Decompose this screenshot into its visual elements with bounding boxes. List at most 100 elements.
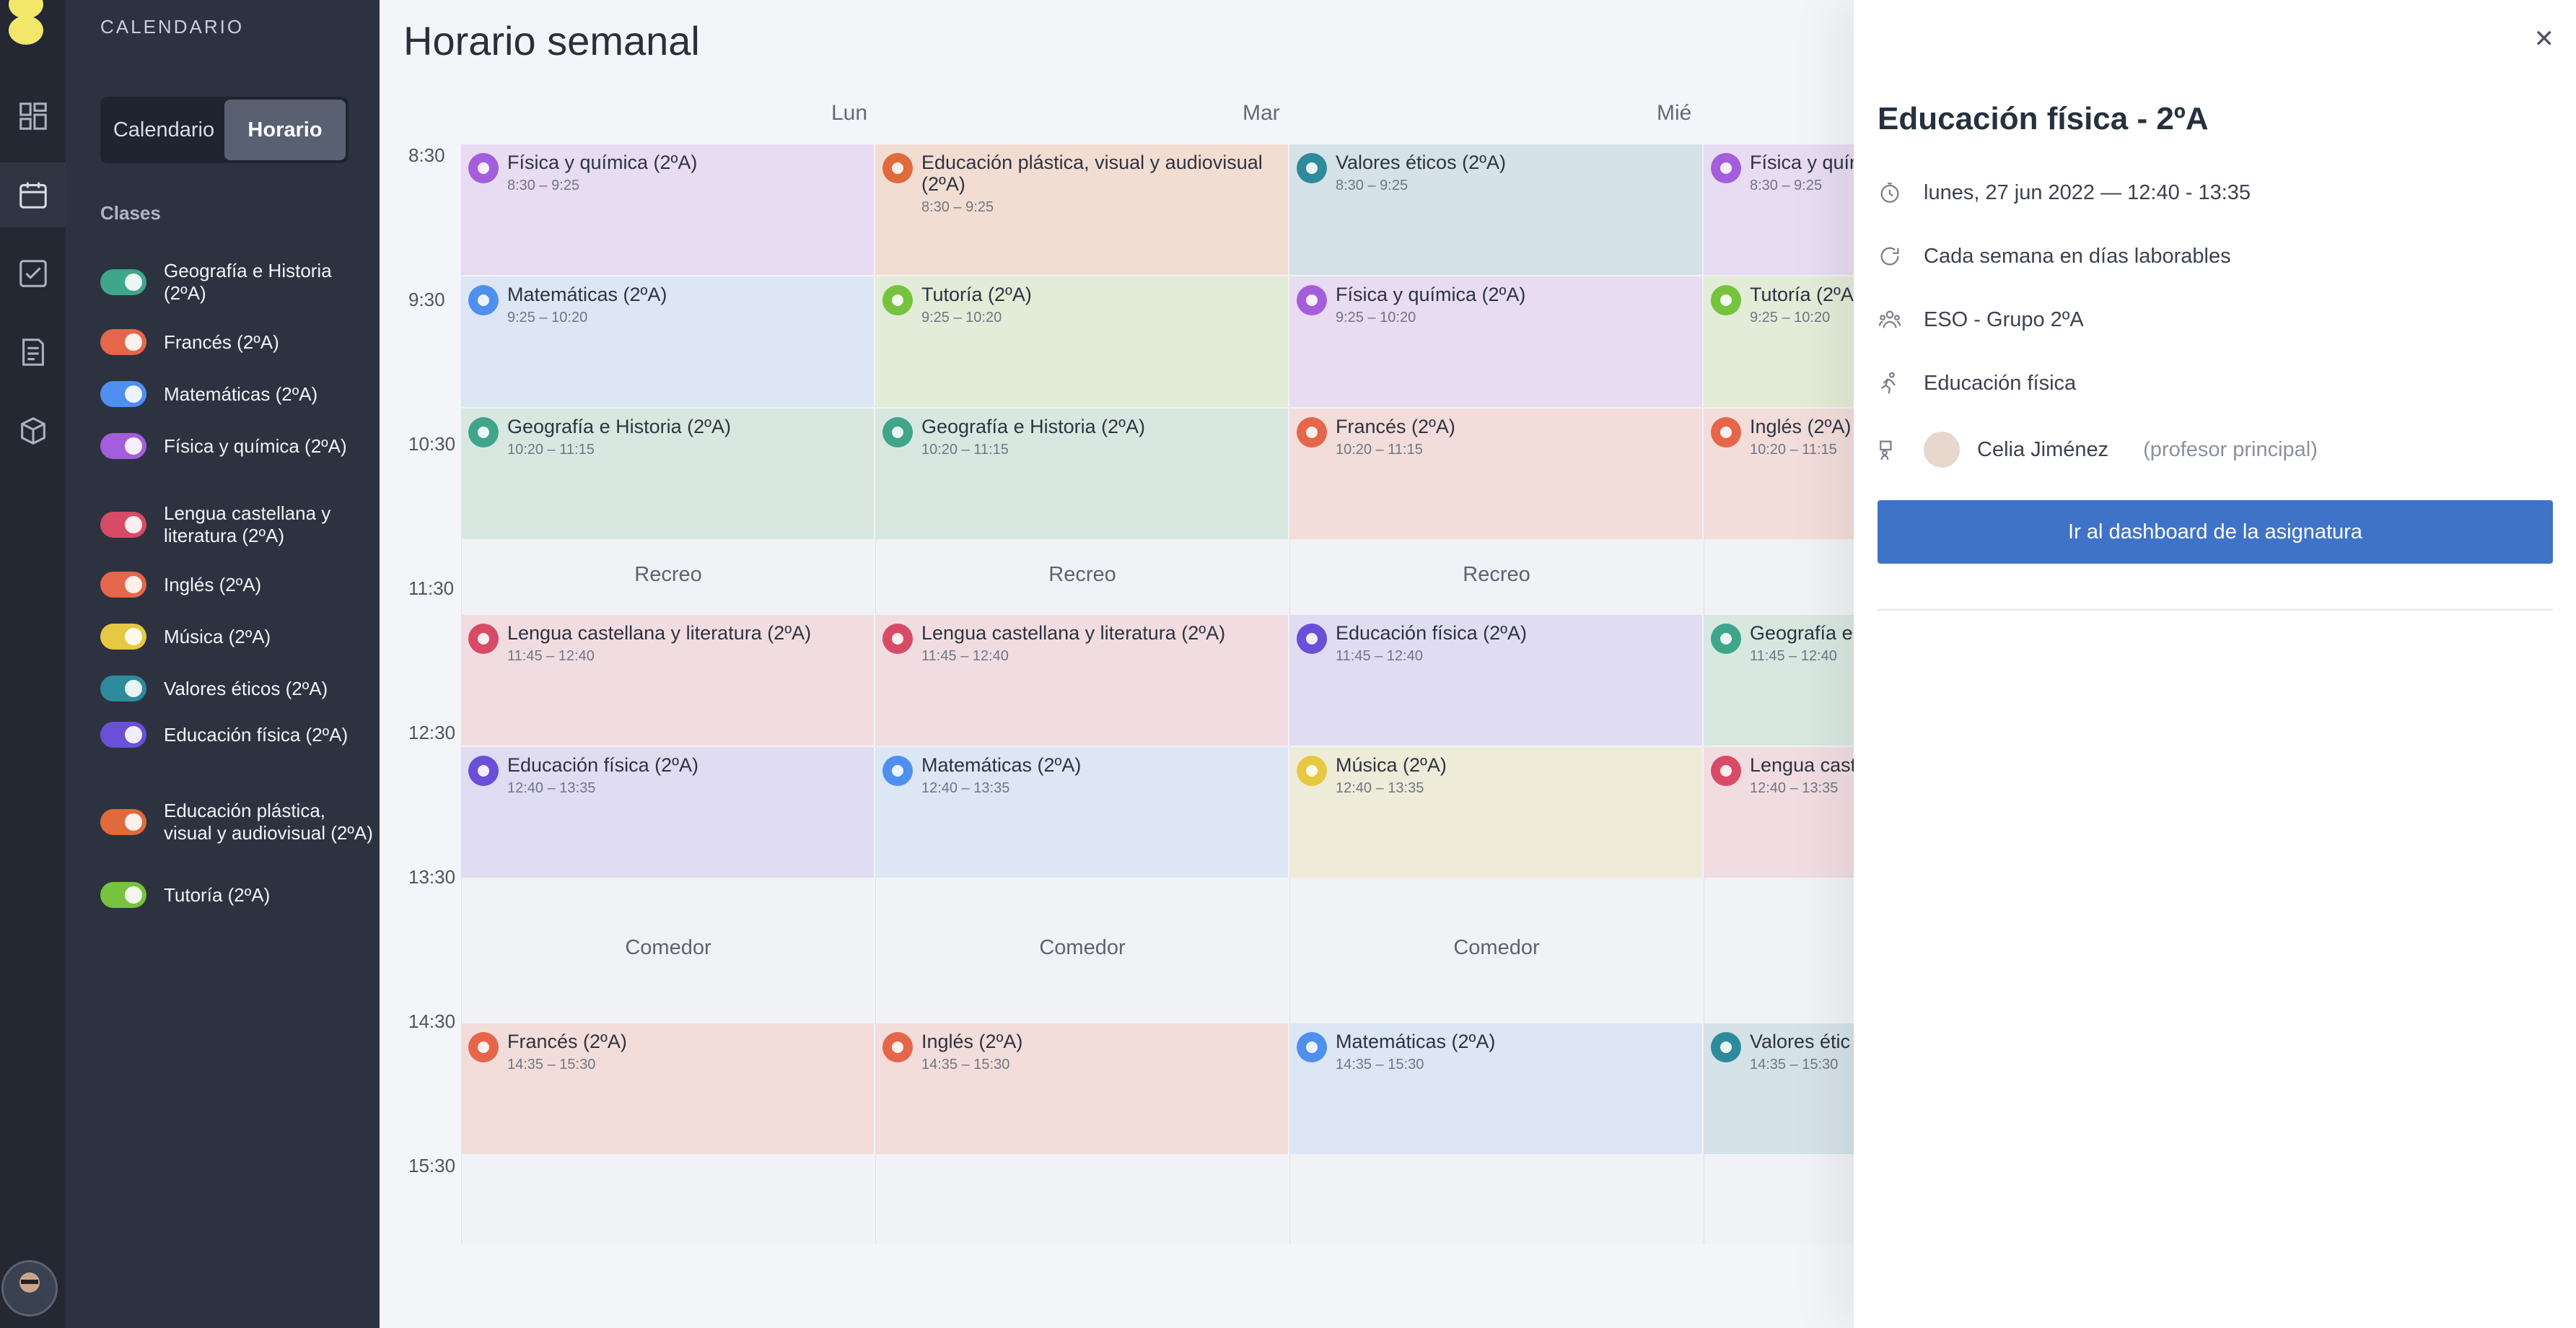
schedule-event[interactable]: Matemáticas (2ºA) 12:40 – 13:35 xyxy=(875,747,1288,878)
subject-icon xyxy=(882,1032,913,1062)
event-time: 10:20 – 11:15 xyxy=(1336,442,1423,458)
tasks-icon[interactable] xyxy=(0,241,66,306)
nav-rail xyxy=(0,0,66,1328)
schedule-event[interactable]: Física y química (2ºA) 8:30 – 9:25 xyxy=(461,144,874,275)
segment-calendario[interactable]: Calendario xyxy=(103,100,224,160)
subject-icon xyxy=(1711,624,1741,654)
class-item[interactable]: Física y química (2ºA) xyxy=(100,433,374,459)
event-name: Francés (2ºA) xyxy=(1336,416,1455,437)
subject-icon xyxy=(1711,153,1741,183)
clock-icon xyxy=(1880,183,1899,203)
subject-icon xyxy=(882,285,913,315)
segment-horario[interactable]: Horario xyxy=(224,100,346,160)
event-time: 11:45 – 12:40 xyxy=(921,648,1009,664)
group-text: ESO - Grupo 2ºA xyxy=(1924,307,2084,331)
schedule-event[interactable]: Francés (2ºA) 10:20 – 11:15 xyxy=(1289,409,1702,539)
calendar-icon[interactable] xyxy=(0,162,66,227)
event-time: 12:40 – 13:35 xyxy=(921,780,1010,796)
class-label: Francés (2ºA) xyxy=(164,331,279,353)
schedule-event[interactable]: Matemáticas (2ºA) 14:35 – 15:30 xyxy=(1289,1023,1702,1154)
event-time: 12:40 – 13:35 xyxy=(507,780,596,796)
box-icon[interactable] xyxy=(0,398,66,463)
class-label: Educación plástica, visual y audiovisual… xyxy=(164,800,373,844)
schedule-event[interactable]: Matemáticas (2ºA) 9:25 – 10:20 xyxy=(461,276,874,407)
event-name: Educación física (2ºA) xyxy=(1336,622,1527,644)
classes-label: Clases xyxy=(100,202,161,224)
go-to-dashboard-button[interactable]: Ir al dashboard de la asignatura xyxy=(1878,500,2553,564)
event-time: 14:35 – 15:30 xyxy=(507,1057,596,1073)
subject-icon xyxy=(882,624,913,654)
class-item[interactable]: Música (2ºA) xyxy=(100,624,374,650)
schedule-event[interactable]: Educación física (2ºA) 12:40 – 13:35 xyxy=(461,747,874,878)
recurrence-text: Cada semana en días laborables xyxy=(1924,244,2231,268)
class-label: Educación física (2ºA) xyxy=(164,723,349,746)
class-item[interactable]: Matemáticas (2ºA) xyxy=(100,381,374,407)
subject-icon xyxy=(1297,756,1327,786)
view-switcher: Calendario Horario xyxy=(100,97,349,163)
event-time: 14:35 – 15:30 xyxy=(1336,1057,1424,1073)
event-name: Francés (2ºA) xyxy=(507,1031,627,1052)
subject-icon xyxy=(1711,1032,1741,1062)
class-label: Música (2ºA) xyxy=(164,625,271,647)
break-recreo-lun: Recreo xyxy=(634,563,702,586)
dashboard-icon[interactable] xyxy=(0,84,66,149)
class-label: Inglés (2ºA) xyxy=(164,573,262,595)
subject-icon xyxy=(1297,153,1327,183)
schedule-event[interactable]: Lengua castellana y literatura (2ºA) 11:4… xyxy=(461,615,874,746)
event-name: Física y química (2ºA) xyxy=(1336,284,1526,305)
event-time: 11:45 – 12:40 xyxy=(507,648,595,664)
class-color-icon xyxy=(100,269,146,295)
class-item[interactable]: Valores éticos (2ºA) xyxy=(100,676,374,702)
close-icon[interactable]: ✕ xyxy=(2534,25,2555,53)
hour-label: 11:30 xyxy=(408,577,455,599)
schedule-event[interactable]: Lengua castellana y literatura (2ºA) 11:4… xyxy=(875,615,1288,746)
schedule-event[interactable]: Valores éticos (2ºA) 8:30 – 9:25 xyxy=(1289,144,1702,275)
event-name: Educación física (2ºA) xyxy=(507,754,698,776)
subject-icon xyxy=(1297,1032,1327,1062)
class-item[interactable]: Educación plástica, visual y audiovisual… xyxy=(100,800,374,844)
page-title: Horario semanal xyxy=(403,18,700,64)
subject-icon xyxy=(882,153,913,183)
schedule-event[interactable]: Geografía e Historia (2ºA) 10:20 – 11:15 xyxy=(875,409,1288,539)
class-item[interactable]: Geografía e Historia (2ºA) xyxy=(100,260,374,305)
event-time: 10:20 – 11:15 xyxy=(921,442,1009,458)
user-avatar[interactable] xyxy=(1,1260,58,1316)
class-color-icon xyxy=(100,572,146,598)
schedule-event[interactable]: Educación física (2ºA) 11:45 – 12:40 xyxy=(1289,615,1702,746)
break-comedor-mar: Comedor xyxy=(1039,936,1126,959)
schedule-event[interactable]: Física y química (2ºA) 9:25 – 10:20 xyxy=(1289,276,1702,407)
break-recreo-mie: Recreo xyxy=(1463,563,1530,586)
class-item[interactable]: Educación física (2ºA) xyxy=(100,722,374,748)
class-item[interactable]: Tutoría (2ºA) xyxy=(100,882,374,908)
schedule-event[interactable]: Inglés (2ºA) 14:35 – 15:30 xyxy=(875,1023,1288,1154)
break-comedor-lun: Comedor xyxy=(625,936,711,959)
schedule-event[interactable]: Geografía e Historia (2ºA) 10:20 – 11:15 xyxy=(461,409,874,539)
class-label: Matemáticas (2ºA) xyxy=(164,383,318,405)
schedule-event[interactable]: Tutoría (2ºA) 9:25 – 10:20 xyxy=(875,276,1288,407)
class-color-icon xyxy=(100,809,146,835)
class-item[interactable]: Inglés (2ºA) xyxy=(100,572,374,598)
hour-label: 15:30 xyxy=(408,1155,456,1176)
event-name: Matemáticas (2ºA) xyxy=(507,284,667,305)
detail-datetime: lunes, 27 jun 2022 — 12:40 - 13:35 xyxy=(1878,180,2251,205)
class-item[interactable]: Francés (2ºA) xyxy=(100,329,374,355)
schedule-event[interactable]: Música (2ºA) 12:40 – 13:35 xyxy=(1289,747,1702,878)
event-name: Música (2ºA) xyxy=(1336,754,1447,776)
event-name: Lengua castellana y literatura (2ºA) xyxy=(921,622,1226,644)
event-time: 12:40 – 13:35 xyxy=(1336,780,1424,796)
hour-label: 12:30 xyxy=(408,722,456,743)
hour-label: 8:30 xyxy=(408,144,445,166)
logo-bottom xyxy=(9,16,43,45)
schedule-event[interactable]: Educación plástica, visual y audiovisual… xyxy=(875,144,1288,275)
class-color-icon xyxy=(100,882,146,908)
class-item[interactable]: Lengua castellana y literatura (2ºA) xyxy=(100,502,374,547)
event-name: Valores éticos (2ºA) xyxy=(1336,152,1506,173)
schedule-event[interactable]: Francés (2ºA) 14:35 – 15:30 xyxy=(461,1023,874,1154)
subject-icon xyxy=(1297,624,1327,654)
event-time: 8:30 – 9:25 xyxy=(921,199,994,215)
notes-icon[interactable] xyxy=(0,320,66,385)
event-time: 14:35 – 15:30 xyxy=(921,1057,1010,1073)
event-time: 8:30 – 9:25 xyxy=(1336,178,1409,193)
subject-icon xyxy=(468,153,499,183)
class-color-icon xyxy=(100,512,146,538)
